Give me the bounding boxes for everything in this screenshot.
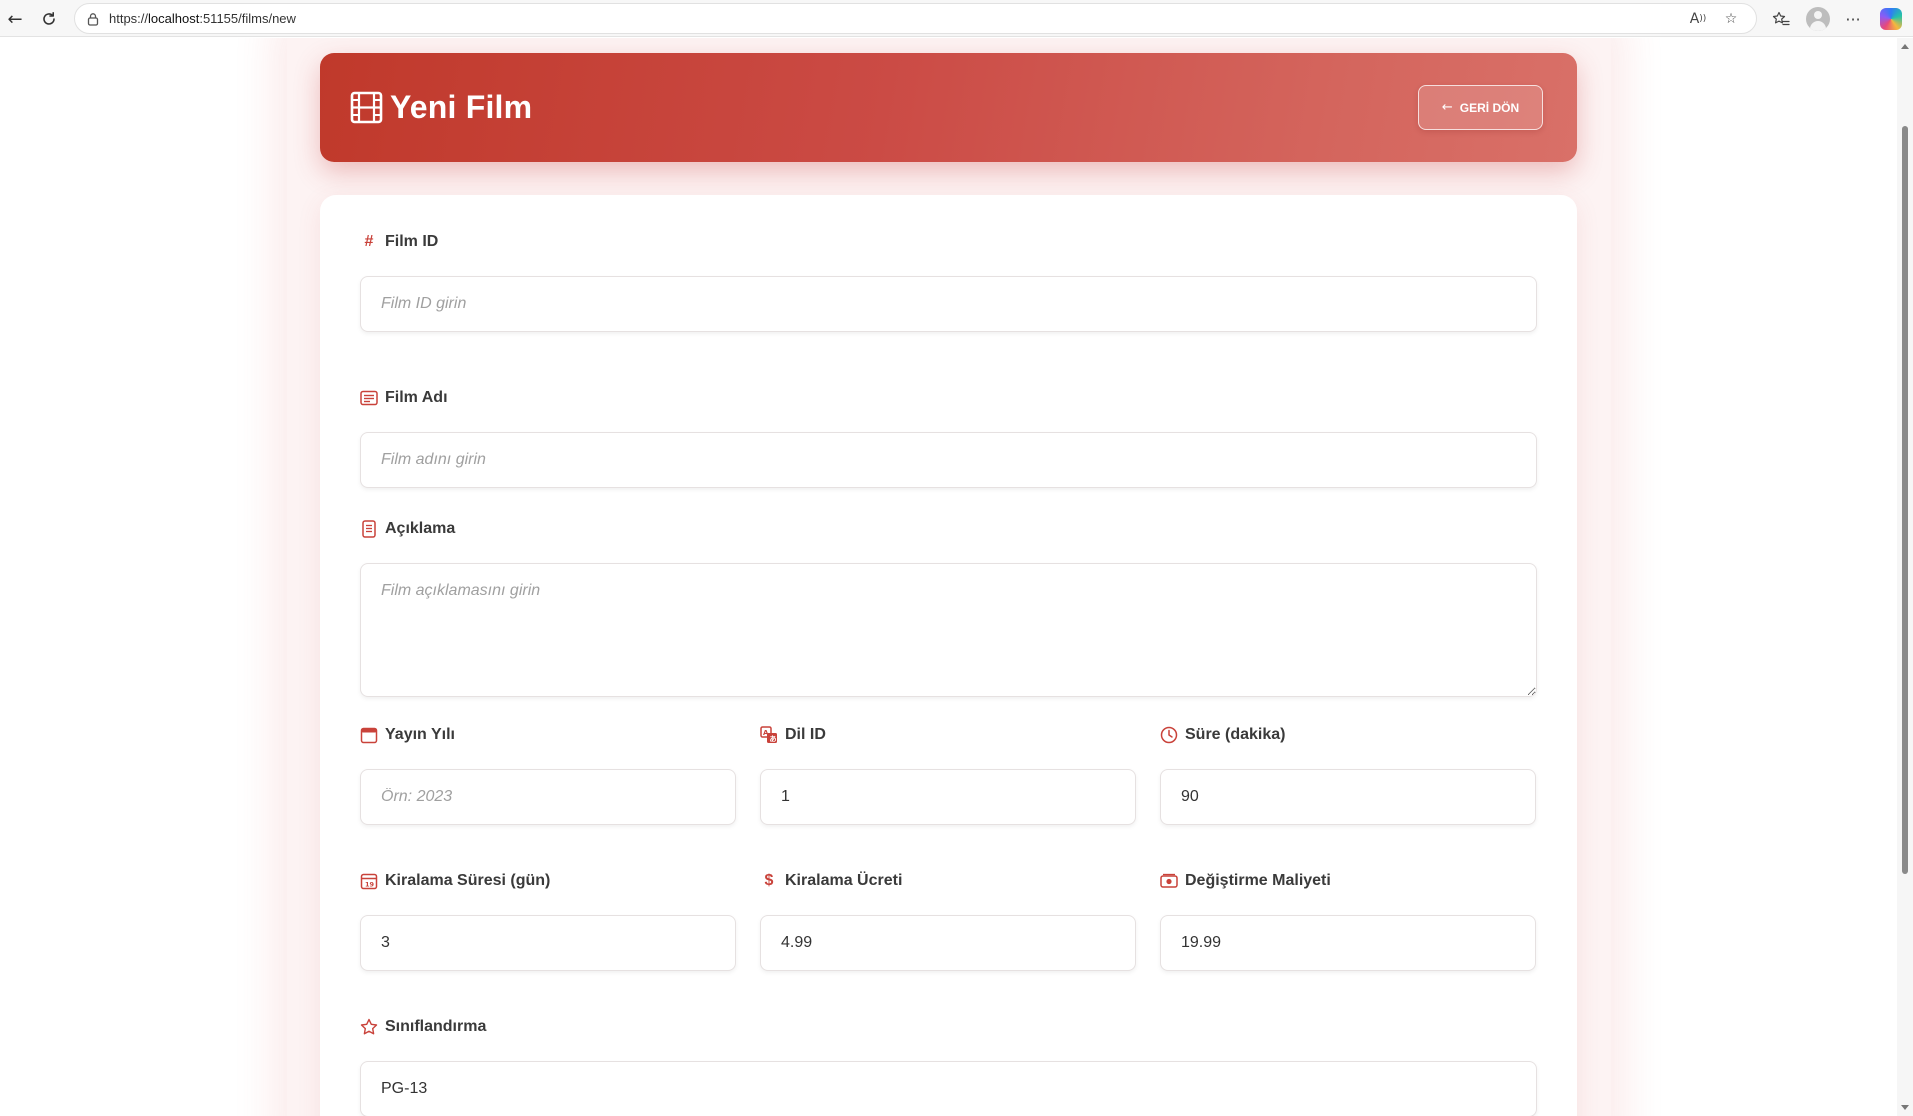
url-path: :51155/films/new	[199, 11, 296, 26]
more-menu-icon[interactable]: ···	[1840, 6, 1866, 32]
page-title: Yeni Film	[390, 89, 533, 125]
duration-label: Süre (dakika)	[1160, 726, 1285, 744]
language-id-label: A あ Dil ID	[760, 726, 826, 744]
cash-icon	[1160, 872, 1178, 890]
language-id-input[interactable]	[760, 769, 1136, 825]
film-name-input[interactable]	[360, 432, 1537, 488]
clock-icon	[1160, 726, 1178, 744]
description-label: Açıklama	[360, 520, 455, 538]
refresh-icon[interactable]	[36, 6, 62, 32]
rating-label-text: Sınıflandırma	[385, 1018, 487, 1035]
translate-icon: A あ	[760, 726, 778, 744]
film-name-label-text: Film Adı	[385, 389, 448, 406]
favorite-star-icon[interactable]: ☆	[1720, 8, 1742, 30]
copilot-icon[interactable]	[1880, 8, 1902, 30]
url-text[interactable]: https://localhost:51155/films/new	[109, 11, 296, 26]
duration-input[interactable]	[1160, 769, 1536, 825]
release-year-label: Yayın Yılı	[360, 726, 455, 744]
back-button[interactable]: ← GERİ DÖN	[1418, 85, 1543, 130]
rating-input[interactable]	[360, 1061, 1537, 1116]
film-icon	[350, 91, 383, 124]
document-icon	[360, 520, 378, 538]
text-lines-icon	[360, 389, 378, 407]
description-textarea[interactable]	[360, 563, 1537, 697]
film-id-label: # Film ID	[360, 233, 439, 251]
back-button-label: GERİ DÖN	[1459, 100, 1520, 115]
release-year-label-text: Yayın Yılı	[385, 726, 455, 743]
rental-duration-label: 19 Kiralama Süresi (gün)	[360, 872, 550, 890]
page-viewport: Yeni Film ← GERİ DÖN # Film ID Film Adı	[0, 38, 1897, 1116]
rental-rate-label-text: Kiralama Ücreti	[785, 872, 903, 889]
rental-rate-input[interactable]	[760, 915, 1136, 971]
url-host: localhost	[148, 11, 200, 26]
svg-text:19: 19	[365, 881, 375, 889]
browser-toolbar: ← https://localhost:51155/films/new A)) …	[0, 0, 1913, 37]
rental-duration-input[interactable]	[360, 915, 736, 971]
svg-text:A: A	[763, 729, 769, 737]
film-name-label: Film Adı	[360, 389, 448, 407]
rental-duration-label-text: Kiralama Süresi (gün)	[385, 872, 551, 889]
release-year-input[interactable]	[360, 769, 736, 825]
language-id-label-text: Dil ID	[785, 726, 826, 743]
film-form: # Film ID Film Adı	[320, 195, 1577, 1116]
star-icon	[360, 1018, 378, 1036]
svg-text:あ: あ	[770, 734, 777, 743]
description-label-text: Açıklama	[385, 520, 456, 537]
hash-icon: #	[364, 233, 374, 250]
scroll-up-arrow-icon[interactable]	[1901, 44, 1909, 49]
replacement-cost-input[interactable]	[1160, 915, 1536, 971]
dollar-icon: $	[764, 872, 774, 889]
page-scrollbar[interactable]	[1897, 38, 1913, 1116]
url-prefix: https://	[109, 11, 149, 26]
scroll-down-arrow-icon[interactable]	[1901, 1105, 1909, 1110]
favorites-list-icon[interactable]	[1768, 6, 1794, 32]
film-id-label-text: Film ID	[385, 233, 439, 250]
duration-label-text: Süre (dakika)	[1185, 726, 1286, 743]
read-aloud-icon[interactable]: A))	[1687, 8, 1709, 30]
page-header: Yeni Film ← GERİ DÖN	[320, 53, 1577, 162]
arrow-left-icon: ←	[1441, 100, 1453, 115]
back-arrow-icon[interactable]: ←	[2, 6, 28, 32]
rental-rate-label: $ Kiralama Ücreti	[760, 872, 903, 890]
calendar-day-icon: 19	[360, 872, 378, 890]
replacement-cost-label: Değiştirme Maliyeti	[1160, 872, 1331, 890]
film-id-input[interactable]	[360, 276, 1537, 332]
address-bar[interactable]: https://localhost:51155/films/new A)) ☆	[74, 3, 1757, 34]
rating-label: Sınıflandırma	[360, 1018, 486, 1036]
calendar-icon	[360, 726, 378, 744]
replacement-cost-label-text: Değiştirme Maliyeti	[1185, 872, 1331, 889]
scrollbar-thumb[interactable]	[1902, 126, 1908, 874]
lock-icon[interactable]	[86, 12, 100, 26]
profile-avatar[interactable]	[1806, 7, 1830, 31]
